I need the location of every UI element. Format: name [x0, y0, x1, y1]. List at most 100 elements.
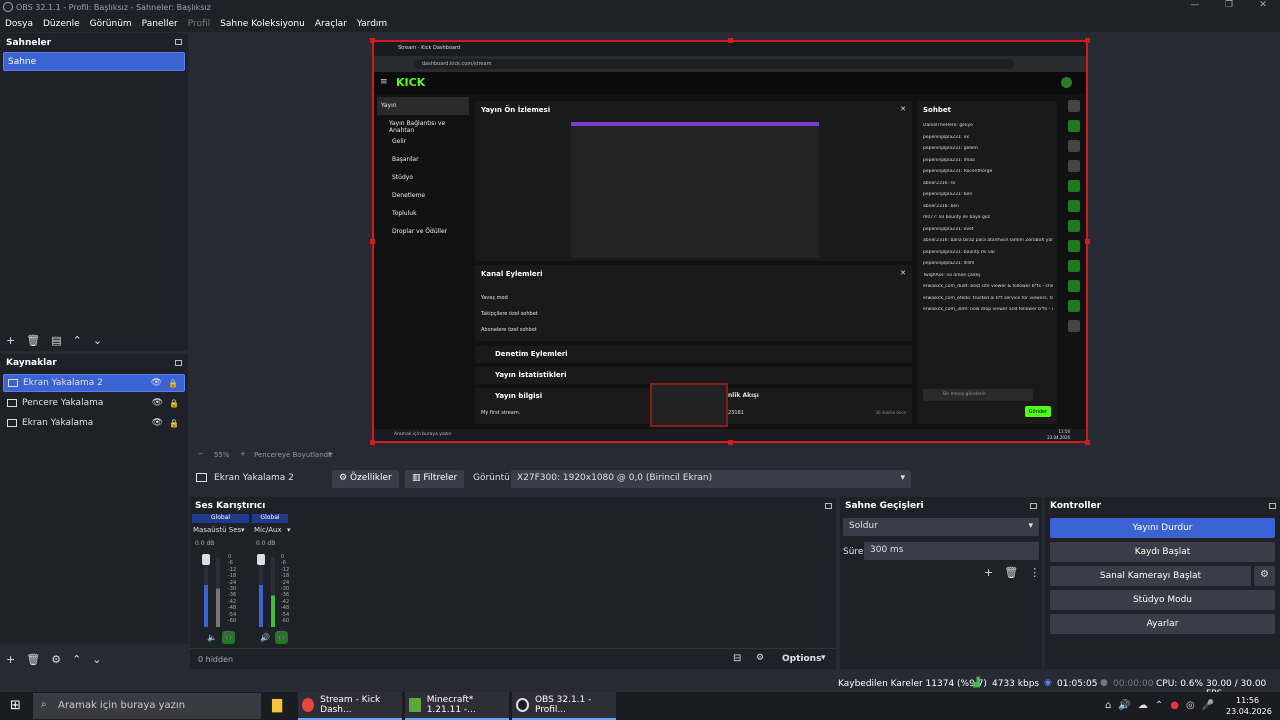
menu-profile[interactable]: Profil: [188, 19, 210, 29]
move-up-icon[interactable]: ⌃: [72, 653, 81, 666]
move-down-icon[interactable]: ⌄: [93, 334, 102, 347]
lock-icon[interactable]: 🔒: [169, 399, 179, 408]
settings-icon[interactable]: ⚙: [756, 653, 764, 663]
more-options-icon[interactable]: ⋮: [1029, 566, 1040, 579]
menu-help[interactable]: Yardım: [357, 19, 387, 29]
speaker-muted-icon[interactable]: 🔈: [207, 633, 217, 642]
volume-slider[interactable]: [257, 554, 265, 565]
taskbar-time[interactable]: 11:56: [1236, 696, 1259, 705]
add-icon[interactable]: +: [6, 334, 15, 347]
chevron-down-icon[interactable]: ▾: [287, 526, 291, 534]
nav-achievements[interactable]: Başarılar: [377, 151, 469, 169]
cloud-icon[interactable]: ☁: [1138, 700, 1148, 711]
browser-tab[interactable]: Stream - Kick Dashboard: [398, 45, 460, 51]
gear-icon[interactable]: ⚙: [1254, 566, 1275, 586]
send-button[interactable]: Gönder: [1025, 406, 1051, 417]
mic-icon[interactable]: [1068, 260, 1080, 272]
volume-slider[interactable]: [202, 554, 210, 565]
browser-url[interactable]: dashboard.kick.com/stream: [414, 59, 1014, 69]
wrench-icon[interactable]: [1068, 300, 1080, 312]
circle-icon[interactable]: [1068, 240, 1080, 252]
menu-file[interactable]: Dosya: [5, 19, 33, 29]
trash-icon[interactable]: 🗑: [26, 334, 40, 347]
lock-icon[interactable]: 🔒: [169, 419, 179, 428]
taskbar-app-chrome[interactable]: Stream - Kick Dash...: [298, 692, 402, 720]
taskbar-app-minecraft[interactable]: Minecraft* 1.21.11 -...: [405, 692, 509, 720]
moderation-card[interactable]: Denetim Eylemleri: [475, 346, 912, 363]
check-icon[interactable]: [1068, 120, 1080, 132]
microphone-icon[interactable]: 🎤: [1202, 700, 1214, 711]
chevron-down-icon[interactable]: ▾: [821, 653, 826, 663]
windows-start-icon[interactable]: ⊞: [10, 698, 21, 713]
stream-preview-video[interactable]: [571, 122, 819, 258]
scene-item[interactable]: Sahne: [3, 52, 185, 71]
trash-icon[interactable]: 🗑: [1004, 566, 1018, 579]
menu-docks[interactable]: Paneller: [142, 19, 178, 29]
zoom-in-button[interactable]: +: [240, 450, 246, 458]
menu-tools[interactable]: Araçlar: [315, 19, 347, 29]
zoom-level[interactable]: 55%: [214, 451, 230, 459]
avatar[interactable]: [1061, 77, 1072, 88]
maximize-button[interactable]: ❐: [1212, 0, 1246, 10]
close-icon[interactable]: ✕: [900, 105, 906, 113]
settings-icon[interactable]: [1068, 100, 1080, 112]
nav-moderation[interactable]: Denetleme: [377, 187, 469, 205]
trash-icon[interactable]: 🗑: [26, 653, 40, 666]
gear-icon[interactable]: ⚙: [51, 653, 61, 666]
eye-icon[interactable]: 👁: [152, 418, 163, 428]
menu-scene-collection[interactable]: Sahne Koleksiyonu: [220, 19, 305, 29]
record-tray-icon[interactable]: ●: [1170, 700, 1179, 711]
slow-mode-label[interactable]: Yavaş mod: [481, 295, 508, 301]
speaker-icon[interactable]: 🔊: [260, 633, 270, 642]
undock-icon[interactable]: [825, 503, 832, 509]
nav-stream[interactable]: Yayın: [377, 97, 469, 115]
nav-studio[interactable]: Stüdyo: [377, 169, 469, 187]
transition-select[interactable]: Soldur ▾: [843, 518, 1039, 536]
channel-name[interactable]: Masaüstü Ses: [193, 526, 241, 534]
lock-icon[interactable]: 🔒: [168, 379, 178, 388]
kick-logo[interactable]: KICK: [396, 76, 425, 89]
undock-icon[interactable]: [1030, 503, 1037, 509]
stop-streaming-button[interactable]: Yayını Durdur: [1050, 518, 1275, 538]
gear-icon[interactable]: [1068, 320, 1080, 332]
source-item[interactable]: Pencere Yakalama 👁 🔒: [3, 394, 185, 412]
volume-icon[interactable]: 🔊: [1118, 700, 1130, 711]
undock-icon[interactable]: [175, 360, 182, 366]
zoom-mode[interactable]: Pencereye Boyutlandır: [254, 451, 333, 459]
filter-icon[interactable]: ▤: [51, 334, 61, 347]
bolt-icon[interactable]: [1068, 200, 1080, 212]
followers-only-label[interactable]: Takipçilere özel sohbet: [481, 311, 538, 317]
options-button[interactable]: Options: [782, 654, 821, 664]
steam-icon[interactable]: ◎: [1186, 700, 1195, 711]
studio-mode-button[interactable]: Stüdyo Modu: [1050, 590, 1275, 610]
filters-button[interactable]: ▥ Filtreler: [405, 470, 465, 488]
nav-revenue[interactable]: Gelir: [377, 133, 469, 151]
stats-card[interactable]: Yayın İstatistikleri: [475, 367, 912, 384]
subscribers-only-label[interactable]: Abonelere özel sohbet: [481, 327, 537, 333]
chat-input[interactable]: Bir mesaj gönderin: [923, 389, 1033, 401]
file-explorer-icon[interactable]: ▇: [272, 698, 282, 713]
preview-canvas[interactable]: Stream - Kick Dashboard dashboard.kick.c…: [370, 38, 1090, 445]
nav-drops[interactable]: Droplar ve Ödüller: [377, 223, 469, 241]
start-recording-button[interactable]: Kaydı Başlat: [1050, 542, 1275, 562]
start-virtual-camera-button[interactable]: Sanal Kamerayı Başlat: [1050, 566, 1251, 586]
menu-view[interactable]: Görünüm: [90, 19, 132, 29]
monitor-headphone-icon[interactable]: 🎧: [275, 631, 288, 644]
duration-input[interactable]: 300 ms: [864, 542, 1039, 560]
network-icon[interactable]: ⌂: [1105, 700, 1111, 711]
eye-icon[interactable]: 👁: [152, 398, 163, 408]
zoom-out-button[interactable]: −: [198, 450, 204, 458]
taskbar-app-obs[interactable]: OBS 32.1.1 - Profil...: [512, 692, 616, 720]
properties-button[interactable]: ⚙ Özellikler: [332, 470, 399, 488]
display-select[interactable]: X27F300: 1920x1080 @ 0,0 (Birincil Ekran…: [511, 470, 911, 488]
add-icon[interactable]: +: [6, 653, 15, 666]
message-icon[interactable]: [1068, 180, 1080, 192]
taskbar-search[interactable]: ⌕ Aramak için buraya yazın: [33, 693, 261, 719]
layout-icon[interactable]: ⊟: [733, 653, 741, 664]
nav-community[interactable]: Topluluk: [377, 205, 469, 223]
hamburger-icon[interactable]: ≡: [380, 77, 388, 87]
chevron-down-icon[interactable]: ▾: [241, 526, 245, 534]
move-down-icon[interactable]: ⌄: [92, 653, 101, 666]
taskbar-date[interactable]: 23.04.2026: [1226, 707, 1272, 716]
close-button[interactable]: ✕: [1246, 0, 1280, 10]
